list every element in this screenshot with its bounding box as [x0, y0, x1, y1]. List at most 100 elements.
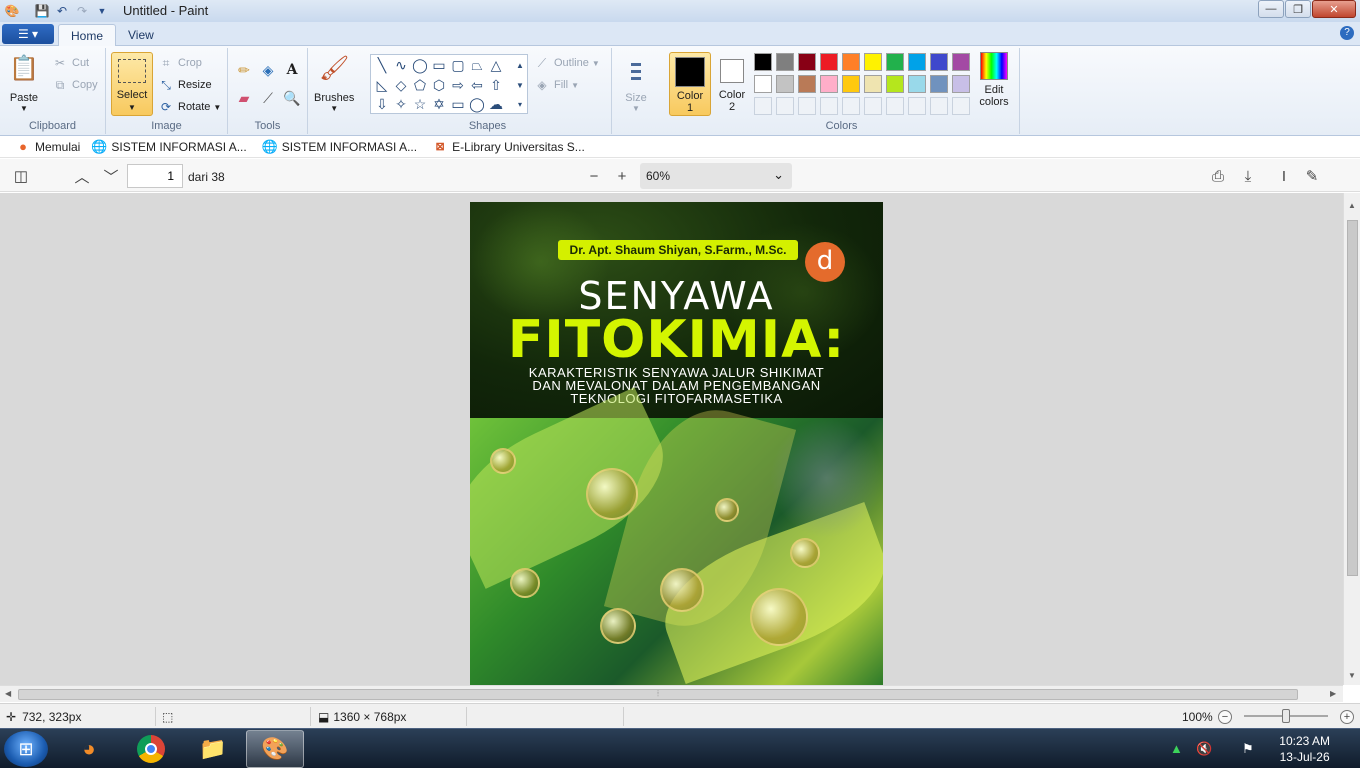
- color-picker-icon[interactable]: ⟋: [258, 88, 278, 108]
- size-button[interactable]: ▬ ▬ ▬ Size ▼: [620, 54, 652, 113]
- palette-color-swatch[interactable]: [908, 53, 926, 71]
- cut-button[interactable]: ✂ Cut: [52, 54, 89, 72]
- palette-empty-swatch[interactable]: [776, 97, 794, 115]
- rounded-rectangle-shape-icon[interactable]: ▢: [449, 56, 467, 74]
- previous-page-icon[interactable]: ︿: [73, 167, 91, 186]
- palette-empty-swatch[interactable]: [798, 97, 816, 115]
- palette-empty-swatch[interactable]: [952, 97, 970, 115]
- expand-gallery-icon[interactable]: ▾: [511, 95, 529, 113]
- print-icon[interactable]: ⎙: [1209, 167, 1227, 185]
- oval-callout-shape-icon[interactable]: ◯: [468, 95, 486, 113]
- text-cursor-icon[interactable]: I: [1275, 167, 1293, 185]
- zoom-in-icon[interactable]: +: [613, 167, 631, 185]
- action-center-flag-icon[interactable]: ⚑: [1242, 741, 1254, 757]
- polygon-shape-icon[interactable]: ⏢: [468, 56, 486, 74]
- tab-home[interactable]: Home: [58, 24, 117, 47]
- taskbar-paint[interactable]: 🎨: [246, 730, 304, 768]
- palette-color-swatch[interactable]: [930, 75, 948, 93]
- up-arrow-shape-icon[interactable]: ⇧: [487, 76, 505, 94]
- volume-muted-icon[interactable]: 🔇: [1196, 741, 1212, 757]
- palette-empty-swatch[interactable]: [864, 97, 882, 115]
- horizontal-scroll-thumb[interactable]: ⦙: [18, 689, 1298, 700]
- help-icon[interactable]: ?: [1340, 26, 1354, 40]
- left-arrow-shape-icon[interactable]: ⇦: [468, 76, 486, 94]
- palette-color-swatch[interactable]: [798, 53, 816, 71]
- palette-color-swatch[interactable]: [886, 75, 904, 93]
- fill-button[interactable]: ◈ Fill ▼: [534, 76, 579, 94]
- palette-empty-swatch[interactable]: [930, 97, 948, 115]
- right-arrow-shape-icon[interactable]: ⇨: [449, 76, 467, 94]
- undo-icon[interactable]: ↶: [54, 3, 70, 19]
- magnifier-icon[interactable]: 🔍: [282, 88, 302, 108]
- customize-qat-icon[interactable]: ▼: [94, 3, 110, 19]
- file-menu-button[interactable]: ☰ ▾: [2, 24, 54, 44]
- six-point-star-shape-icon[interactable]: ✡: [430, 95, 448, 113]
- taskbar-explorer[interactable]: 📁: [184, 730, 242, 768]
- scroll-left-arrow-icon[interactable]: ◀: [5, 689, 11, 698]
- palette-color-swatch[interactable]: [864, 75, 882, 93]
- palette-empty-swatch[interactable]: [754, 97, 772, 115]
- resize-button[interactable]: ⤡ Resize: [158, 76, 211, 94]
- palette-color-swatch[interactable]: [820, 53, 838, 71]
- minimize-button[interactable]: —: [1258, 0, 1284, 18]
- scroll-up-icon[interactable]: ▲: [511, 56, 529, 74]
- copy-button[interactable]: ⧉ Copy: [52, 76, 98, 94]
- close-button[interactable]: ✕: [1312, 0, 1356, 18]
- tab-view[interactable]: View: [116, 24, 166, 47]
- palette-empty-swatch[interactable]: [842, 97, 860, 115]
- taskbar-chrome[interactable]: [122, 730, 180, 768]
- palette-color-swatch[interactable]: [776, 53, 794, 71]
- down-arrow-shape-icon[interactable]: ⇩: [373, 95, 391, 113]
- network-icon[interactable]: ▲: [1170, 741, 1183, 756]
- bookmark-sistem-informasi-1[interactable]: 🌐 SISTEM INFORMASI A...: [91, 139, 246, 154]
- paste-button[interactable]: 📋 Paste ▼: [8, 52, 40, 114]
- curve-shape-icon[interactable]: ∿: [392, 56, 410, 74]
- palette-color-swatch[interactable]: [886, 53, 904, 71]
- palette-color-swatch[interactable]: [754, 53, 772, 71]
- crop-button[interactable]: ⌗ Crop: [158, 54, 202, 72]
- palette-color-swatch[interactable]: [776, 75, 794, 93]
- next-page-icon[interactable]: ﹀: [102, 167, 120, 186]
- page-number-input[interactable]: [127, 164, 183, 188]
- save-download-icon[interactable]: ⤓: [1239, 167, 1257, 185]
- zoom-out-icon[interactable]: −: [585, 167, 603, 185]
- line-shape-icon[interactable]: ╲: [373, 56, 391, 74]
- palette-color-swatch[interactable]: [842, 75, 860, 93]
- palette-color-swatch[interactable]: [754, 75, 772, 93]
- draw-pen-icon[interactable]: ✎: [1303, 167, 1321, 185]
- five-point-star-shape-icon[interactable]: ☆: [411, 95, 429, 113]
- diamond-shape-icon[interactable]: ◇: [392, 76, 410, 94]
- paint-app-icon[interactable]: 🎨: [4, 3, 20, 19]
- palette-color-swatch[interactable]: [798, 75, 816, 93]
- palette-color-swatch[interactable]: [864, 53, 882, 71]
- scroll-down-icon[interactable]: ▼: [511, 76, 529, 94]
- rounded-callout-shape-icon[interactable]: ▭: [449, 95, 467, 113]
- system-clock[interactable]: 10:23 AM 13-Jul-26: [1279, 733, 1330, 765]
- pentagon-shape-icon[interactable]: ⬠: [411, 76, 429, 94]
- save-icon[interactable]: 💾: [34, 3, 50, 19]
- scroll-down-arrow-icon[interactable]: ▼: [1348, 671, 1356, 680]
- color1-button[interactable]: Color 1: [669, 52, 711, 116]
- zoom-select[interactable]: 60% ⌄: [640, 163, 792, 189]
- palette-color-swatch[interactable]: [908, 75, 926, 93]
- cloud-callout-shape-icon[interactable]: ☁: [487, 95, 505, 113]
- rectangle-shape-icon[interactable]: ▭: [430, 56, 448, 74]
- zoom-out-button[interactable]: −: [1218, 710, 1232, 724]
- palette-empty-swatch[interactable]: [908, 97, 926, 115]
- bookmark-memulai[interactable]: ● Memulai: [16, 139, 80, 154]
- text-tool-icon[interactable]: A: [282, 60, 302, 80]
- vertical-scrollbar[interactable]: ▲ ▼: [1343, 193, 1360, 685]
- zoom-slider-thumb[interactable]: [1282, 709, 1290, 723]
- palette-color-swatch[interactable]: [842, 53, 860, 71]
- vertical-scroll-thumb[interactable]: [1347, 220, 1358, 576]
- hexagon-shape-icon[interactable]: ⬡: [430, 76, 448, 94]
- oval-shape-icon[interactable]: ◯: [411, 56, 429, 74]
- triangle-shape-icon[interactable]: △: [487, 56, 505, 74]
- palette-color-swatch[interactable]: [930, 53, 948, 71]
- sidebar-toggle-icon[interactable]: ◫: [12, 167, 30, 185]
- edit-colors-button[interactable]: Edit colors: [976, 52, 1012, 108]
- bookmark-sistem-informasi-2[interactable]: 🌐 SISTEM INFORMASI A...: [262, 139, 417, 154]
- pencil-icon[interactable]: ✏: [234, 60, 254, 80]
- eraser-icon[interactable]: ▰: [234, 88, 254, 108]
- fill-bucket-icon[interactable]: ◈: [258, 60, 278, 80]
